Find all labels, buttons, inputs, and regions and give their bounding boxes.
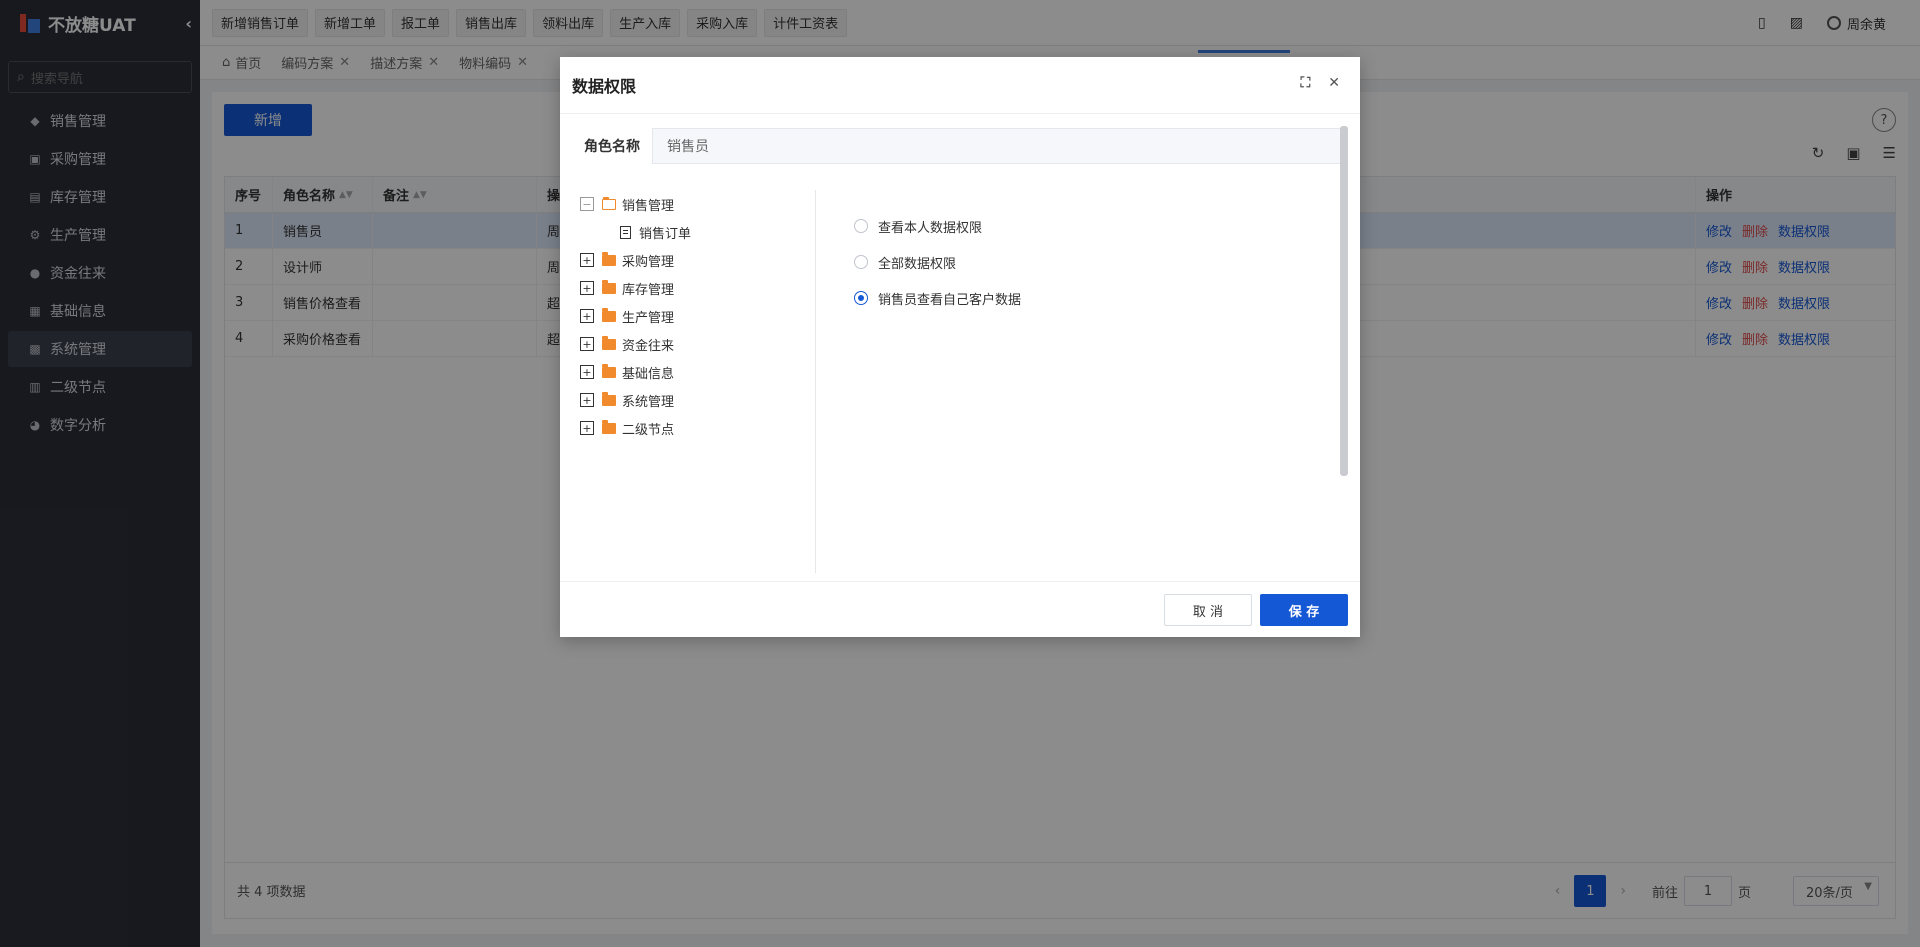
dialog-header-icons: ⛶ ✕	[1282, 75, 1340, 91]
tree-node-finance[interactable]: + 资金往来	[580, 330, 815, 358]
expand-toggle-icon[interactable]: +	[580, 393, 594, 407]
collapse-toggle-icon[interactable]: −	[580, 197, 594, 211]
radio-button[interactable]	[854, 255, 868, 269]
tree-node-label: 资金往来	[622, 338, 675, 354]
tree-node-label: 销售管理	[622, 198, 675, 214]
dialog-header: 数据权限 ⛶ ✕	[560, 57, 1360, 114]
role-name-row: 角色名称 销售员	[584, 128, 1342, 164]
radio-button[interactable]	[854, 219, 868, 233]
tree-node-secondary[interactable]: + 二级节点	[580, 414, 815, 442]
option-all-data[interactable]: 全部数据权限	[854, 244, 1021, 280]
expand-toggle-icon[interactable]: +	[580, 309, 594, 323]
role-name-label: 角色名称	[584, 139, 640, 155]
tree-node-label: 生产管理	[622, 310, 675, 326]
tree-node-sales[interactable]: − 销售管理	[580, 190, 815, 218]
data-permission-dialog: 数据权限 ⛶ ✕ 角色名称 销售员 − 销售管理 销售订单 + 采购管理 + 库…	[560, 57, 1360, 637]
dialog-footer: 取 消 保 存	[560, 581, 1360, 637]
save-button[interactable]: 保 存	[1260, 594, 1348, 626]
dialog-body: 角色名称 销售员 − 销售管理 销售订单 + 采购管理 + 库存管理 + 生产管…	[560, 114, 1360, 582]
module-tree: − 销售管理 销售订单 + 采购管理 + 库存管理 + 生产管理 + 资金往来 …	[580, 190, 816, 573]
close-icon[interactable]: ✕	[1328, 75, 1340, 91]
tree-node-system[interactable]: + 系统管理	[580, 386, 815, 414]
fullscreen-icon[interactable]: ⛶	[1300, 75, 1310, 91]
tree-node-purchase[interactable]: + 采购管理	[580, 246, 815, 274]
document-icon	[620, 225, 631, 239]
tree-node-label: 系统管理	[622, 394, 675, 410]
folder-icon	[602, 307, 616, 322]
tree-node-label: 库存管理	[622, 282, 675, 298]
option-own-customers[interactable]: 销售员查看自己客户数据	[854, 280, 1021, 316]
folder-icon	[602, 251, 616, 266]
option-label: 销售员查看自己客户数据	[878, 292, 1022, 308]
tree-node-basic-info[interactable]: + 基础信息	[580, 358, 815, 386]
dialog-scrollbar[interactable]	[1340, 126, 1348, 476]
tree-node-label: 采购管理	[622, 254, 675, 270]
cancel-button[interactable]: 取 消	[1164, 594, 1252, 626]
folder-icon	[602, 391, 616, 406]
role-name-input: 销售员	[652, 128, 1342, 164]
expand-toggle-icon[interactable]: +	[580, 365, 594, 379]
option-label: 全部数据权限	[878, 256, 957, 272]
permission-options: 查看本人数据权限 全部数据权限 销售员查看自己客户数据	[854, 208, 1021, 316]
dialog-title: 数据权限	[572, 77, 637, 96]
option-label: 查看本人数据权限	[878, 220, 983, 236]
expand-toggle-icon[interactable]: +	[580, 337, 594, 351]
tree-node-label: 二级节点	[622, 422, 675, 438]
folder-icon	[602, 335, 616, 350]
tree-node-sales-order[interactable]: 销售订单	[580, 218, 815, 246]
radio-button-checked[interactable]	[854, 291, 868, 305]
expand-toggle-icon[interactable]: +	[580, 421, 594, 435]
tree-node-label: 基础信息	[622, 366, 675, 382]
tree-node-inventory[interactable]: + 库存管理	[580, 274, 815, 302]
option-own-data[interactable]: 查看本人数据权限	[854, 208, 1021, 244]
expand-toggle-icon[interactable]: +	[580, 281, 594, 295]
folder-icon	[602, 419, 616, 434]
folder-icon	[602, 363, 616, 378]
tree-node-production[interactable]: + 生产管理	[580, 302, 815, 330]
expand-toggle-icon[interactable]: +	[580, 253, 594, 267]
folder-open-icon	[602, 196, 616, 210]
folder-icon	[602, 279, 616, 294]
tree-node-label: 销售订单	[639, 226, 692, 242]
